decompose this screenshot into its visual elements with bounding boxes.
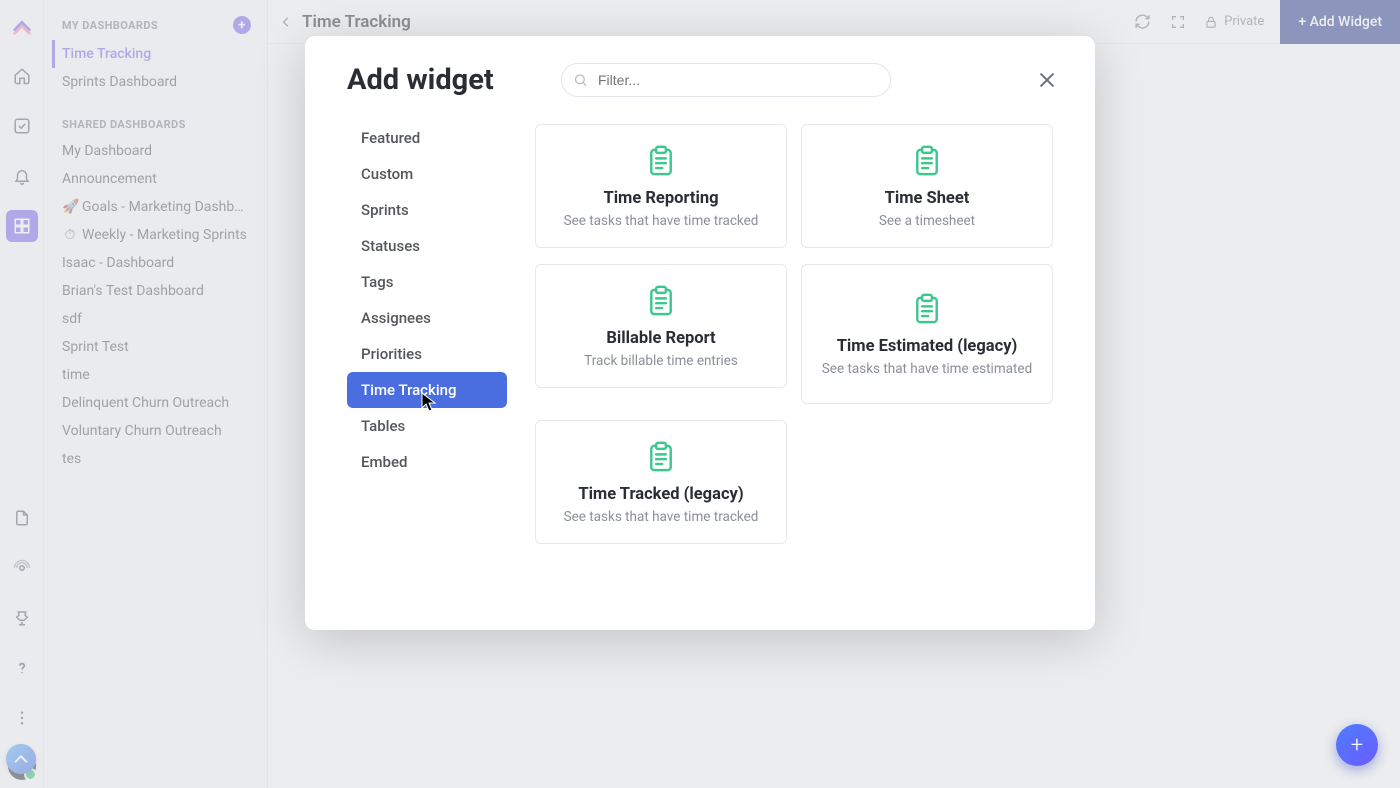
widget-filter-input[interactable]	[561, 63, 891, 97]
widget-category-item[interactable]: Custom	[347, 156, 507, 192]
widget-card-title: Time Tracked (legacy)	[578, 485, 743, 504]
widget-card[interactable]: Time Reporting See tasks that have time t…	[535, 124, 787, 248]
widget-card-desc: See tasks that have time tracked	[564, 508, 759, 526]
widget-card-desc: Track billable time entries	[584, 352, 738, 370]
search-icon	[573, 73, 588, 88]
clipboard-icon	[912, 145, 942, 179]
widget-card-desc: See tasks that have time tracked	[564, 212, 759, 230]
widget-category-item[interactable]: Tables	[347, 408, 507, 444]
widget-category-item[interactable]: Assignees	[347, 300, 507, 336]
widget-card-title: Time Sheet	[885, 189, 970, 208]
widget-card-title: Time Estimated (legacy)	[837, 337, 1018, 356]
widget-category-item[interactable]: Time Tracking	[347, 372, 507, 408]
widget-card[interactable]: Time Sheet See a timesheet	[801, 124, 1053, 248]
floating-add-button[interactable]: +	[1336, 724, 1378, 766]
clipboard-icon	[646, 441, 676, 475]
close-modal-button[interactable]	[1029, 62, 1065, 98]
widget-card-title: Time Reporting	[603, 189, 718, 208]
widget-category-item[interactable]: Priorities	[347, 336, 507, 372]
widget-card[interactable]: Billable Report Track billable time entri…	[535, 264, 787, 388]
widget-card-title: Billable Report	[606, 329, 715, 348]
modal-title: Add widget	[347, 63, 557, 97]
clipboard-icon	[646, 145, 676, 179]
widget-grid: Time Reporting See tasks that have time t…	[535, 120, 1065, 610]
widget-category-item[interactable]: Featured	[347, 120, 507, 156]
widget-category-item[interactable]: Tags	[347, 264, 507, 300]
add-widget-modal: Add widget FeaturedCustomSprintsStatuses…	[305, 36, 1095, 630]
widget-card-desc: See tasks that have time estimated	[822, 360, 1032, 378]
widget-category-item[interactable]: Statuses	[347, 228, 507, 264]
widget-category-list: FeaturedCustomSprintsStatusesTagsAssigne…	[347, 120, 507, 610]
clipboard-icon	[646, 285, 676, 319]
clipboard-icon	[912, 293, 942, 327]
widget-card[interactable]: Time Estimated (legacy) See tasks that ha…	[801, 264, 1053, 404]
widget-card[interactable]: Time Tracked (legacy) See tasks that have…	[535, 420, 787, 544]
widget-category-item[interactable]: Embed	[347, 444, 507, 480]
widget-card-desc: See a timesheet	[879, 212, 975, 230]
widget-category-item[interactable]: Sprints	[347, 192, 507, 228]
